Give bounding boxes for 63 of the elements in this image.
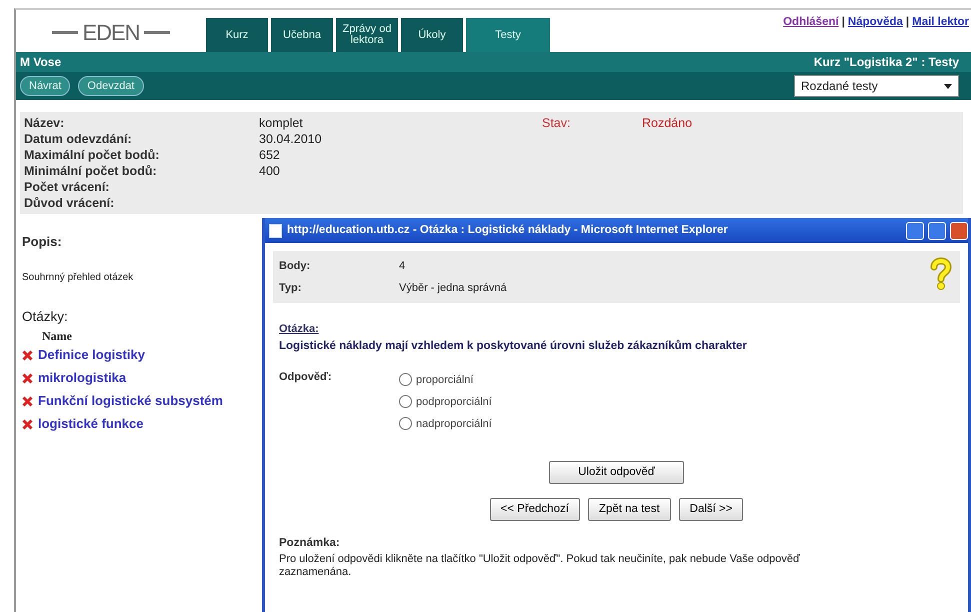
delete-icon[interactable] xyxy=(22,373,33,384)
question-link[interactable]: Definice logistiky xyxy=(38,346,145,362)
detail-label: Počet vrácení: xyxy=(24,179,110,195)
link-separator: | xyxy=(906,16,910,28)
detail-value: 30.04.2010 xyxy=(259,131,323,147)
question-label[interactable]: Otázka: xyxy=(279,321,319,338)
detail-value: komplet xyxy=(259,115,304,131)
question-link[interactable]: Funkční logistické subsystém xyxy=(38,392,223,408)
option-label: nadproporciální xyxy=(416,416,492,432)
status-label: Stav: xyxy=(542,115,572,131)
question-text: Logistické náklady mají vzhledem k poskytované úrovni služeb zákazníkům charakter xyxy=(279,338,748,354)
description-label: Popis: xyxy=(22,233,63,251)
question-link[interactable]: mikrologistika xyxy=(38,370,126,385)
detail-label: Název: xyxy=(24,115,66,131)
link-separator: | xyxy=(842,16,845,28)
status-value: Rozdáno xyxy=(642,115,694,131)
nav-button[interactable]: Zpět na test xyxy=(588,498,671,522)
detail-label: Důvod vrácení: xyxy=(24,195,116,211)
radio-button[interactable] xyxy=(399,373,412,386)
delete-icon[interactable] xyxy=(22,419,33,430)
course-title: Kurz "Logistika 2" : Testy xyxy=(814,54,959,71)
column-header: Name xyxy=(42,328,73,345)
nav-button[interactable]: Další >> xyxy=(678,498,744,522)
user-name: M Vose xyxy=(20,54,62,71)
header-link[interactable]: Odhlášení xyxy=(783,16,839,28)
caret-icon xyxy=(944,84,952,88)
note-label: Poznámka: xyxy=(279,536,341,552)
header-link[interactable]: Mail lektor xyxy=(912,16,969,28)
question-link[interactable]: logistické funkce xyxy=(38,416,144,431)
detail-value: 400 xyxy=(259,163,281,179)
logo-line xyxy=(52,30,78,34)
test-filter-select[interactable]: Rozdané testy xyxy=(794,75,959,97)
header-link[interactable]: Nápověda xyxy=(848,16,903,28)
info-label: Body: xyxy=(279,259,312,274)
nav-tab[interactable]: Zprávy od lektora xyxy=(336,18,398,52)
radio-button[interactable] xyxy=(399,395,412,408)
delete-icon[interactable] xyxy=(22,350,33,362)
help-icon xyxy=(930,257,952,291)
detail-value: 652 xyxy=(259,147,281,163)
logo-text: EDEN xyxy=(82,18,140,46)
option-label: podproporciální xyxy=(416,394,492,410)
answer-label: Odpověď: xyxy=(279,370,333,385)
nav-tab[interactable]: Testy xyxy=(466,18,550,52)
window-title: http://education.utb.cz - Otázka : Logistické náklady - Microsoft Internet Explorer xyxy=(287,222,728,238)
info-label: Typ: xyxy=(279,281,302,296)
note-text: Pro uložení odpovědi klikněte na tlačítko "Uložit odpověď". Pokud tak neučiníte, pak nebude Vaše odpověď zaznamenána. xyxy=(279,552,801,578)
radio-button[interactable] xyxy=(399,417,412,430)
info-value: 4 xyxy=(399,259,406,274)
detail-label: Maximální počet bodů: xyxy=(24,147,160,163)
nav-button[interactable]: << Předchozí xyxy=(490,498,580,522)
nav-tab[interactable]: Kurz xyxy=(206,18,268,52)
questions-label: Otázky: xyxy=(22,308,69,326)
description-text: Souhrnný přehled otázek xyxy=(22,270,134,284)
nav-tab[interactable]: Úkoly xyxy=(401,18,463,52)
info-value: Výběr - jedna správná xyxy=(399,281,508,296)
delete-icon[interactable] xyxy=(22,396,33,408)
save-answer-button[interactable]: Uložit odpověď xyxy=(549,460,684,484)
detail-label: Minimální počet bodů: xyxy=(24,163,158,179)
logo-line xyxy=(144,30,170,34)
close-button[interactable] xyxy=(950,222,968,240)
detail-label: Datum odevzdání: xyxy=(24,131,133,147)
nav-tab[interactable]: Učebna xyxy=(271,18,333,52)
option-label: proporciální xyxy=(416,372,474,388)
